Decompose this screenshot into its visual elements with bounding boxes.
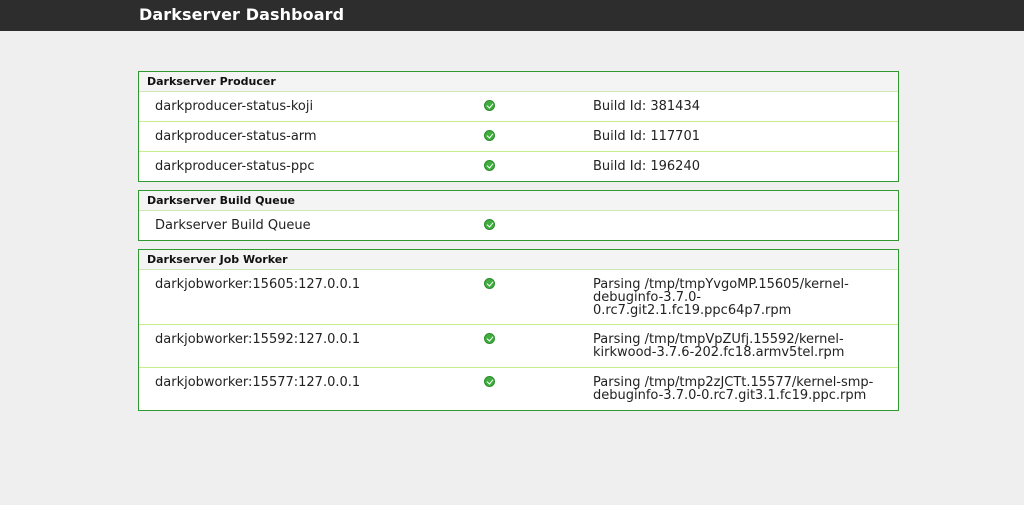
check-circle-icon xyxy=(484,219,495,230)
table-row: darkproducer-status-koji Build Id: 38143… xyxy=(139,92,898,121)
status-cell xyxy=(482,270,593,324)
table-row: darkjobworker:15592:127.0.0.1 Parsing /t… xyxy=(139,324,898,367)
panel-title: Darkserver Job Worker xyxy=(139,250,898,270)
service-name: Darkserver Build Queue xyxy=(155,218,311,233)
panel-job-worker: Darkserver Job Worker darkjobworker:1560… xyxy=(138,249,899,411)
panel-title: Darkserver Producer xyxy=(139,72,898,92)
service-info: Parsing /tmp/tmpVpZUfj.15592/kernel- kir… xyxy=(593,332,845,360)
service-name: darkjobworker:15605:127.0.0.1 xyxy=(155,277,361,292)
service-info: Build Id: 381434 xyxy=(593,99,700,114)
service-info: Build Id: 117701 xyxy=(593,129,700,144)
service-name: darkproducer-status-ppc xyxy=(155,159,315,174)
service-info xyxy=(593,211,898,240)
table-row: darkjobworker:15605:127.0.0.1 Parsing /t… xyxy=(139,270,898,324)
service-info: Build Id: 196240 xyxy=(593,159,700,174)
panel-build-queue: Darkserver Build Queue Darkserver Build … xyxy=(138,190,899,241)
panel-title: Darkserver Build Queue xyxy=(139,191,898,211)
status-cell xyxy=(482,152,593,181)
check-circle-icon xyxy=(484,160,495,171)
table-row: Darkserver Build Queue xyxy=(139,211,898,240)
status-cell xyxy=(482,122,593,151)
service-info: Parsing /tmp/tmp2zJCTt.15577/kernel-smp-… xyxy=(593,375,874,403)
status-cell xyxy=(482,92,593,121)
page-title: Darkserver Dashboard xyxy=(139,5,345,24)
panel-producer: Darkserver Producer darkproducer-status-… xyxy=(138,71,899,182)
status-cell xyxy=(482,325,593,367)
service-name: darkjobworker:15592:127.0.0.1 xyxy=(155,332,361,347)
dashboard-content: Darkserver Producer darkproducer-status-… xyxy=(138,71,899,419)
service-name: darkproducer-status-koji xyxy=(155,99,314,114)
check-circle-icon xyxy=(484,376,495,387)
table-row: darkproducer-status-arm Build Id: 117701 xyxy=(139,121,898,151)
check-circle-icon xyxy=(484,333,495,344)
service-info: Parsing /tmp/tmpYvgoMP.15605/kernel- deb… xyxy=(593,277,849,318)
status-cell xyxy=(482,368,593,410)
table-row: darkjobworker:15577:127.0.0.1 Parsing /t… xyxy=(139,367,898,410)
check-circle-icon xyxy=(484,130,495,141)
check-circle-icon xyxy=(484,100,495,111)
check-circle-icon xyxy=(484,278,495,289)
status-cell xyxy=(482,211,593,240)
service-name: darkjobworker:15577:127.0.0.1 xyxy=(155,375,361,390)
service-name: darkproducer-status-arm xyxy=(155,129,317,144)
top-bar: Darkserver Dashboard xyxy=(0,0,1024,31)
table-row: darkproducer-status-ppc Build Id: 196240 xyxy=(139,151,898,181)
